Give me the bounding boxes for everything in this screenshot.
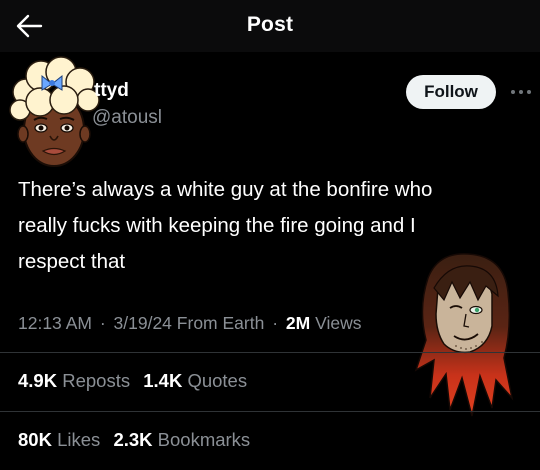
post-text-line: really fucks with keeping the fire going…: [18, 214, 416, 237]
bookmarks-stat[interactable]: 2.3K Bookmarks: [113, 429, 250, 450]
page-title: Post: [246, 13, 294, 36]
engagement-row-reposts-quotes: 4.9K Reposts 1.4K Quotes: [18, 370, 255, 392]
author-display-name[interactable]: ttyd: [94, 80, 129, 102]
likes-label: Likes: [57, 429, 101, 450]
author-handle[interactable]: @atousl: [92, 107, 162, 129]
ellipsis-icon: [511, 90, 531, 94]
post-source: From Earth: [176, 313, 265, 333]
post-date[interactable]: 3/19/24: [114, 313, 172, 333]
quotes-label: Quotes: [187, 370, 248, 391]
character-sticker-image: [408, 248, 518, 420]
top-bar: Post: [0, 0, 540, 52]
bookmarks-label: Bookmarks: [157, 429, 251, 450]
avatar[interactable]: [8, 52, 100, 174]
quotes-stat[interactable]: 1.4K Quotes: [143, 370, 247, 391]
likes-stat[interactable]: 80K Likes: [18, 429, 100, 450]
reposts-label: Reposts: [62, 370, 131, 391]
separator-dot: ·: [99, 313, 106, 333]
divider: [0, 411, 540, 412]
views-count: 2M: [285, 313, 311, 333]
views-label: Views: [315, 313, 362, 333]
likes-count: 80K: [18, 429, 52, 450]
reposts-count: 4.9K: [18, 370, 58, 391]
bookmarks-count: 2.3K: [113, 429, 153, 450]
divider: [0, 352, 540, 353]
follow-button[interactable]: Follow: [406, 75, 496, 109]
post-metadata: 12:13 AM · 3/19/24 From Earth · 2M Views: [18, 313, 361, 334]
post-text-line: There’s always a white guy at the bonfir…: [18, 178, 433, 201]
separator-dot: ·: [272, 313, 279, 333]
post-time[interactable]: 12:13 AM: [18, 313, 92, 333]
quotes-count: 1.4K: [143, 370, 183, 391]
more-options-button[interactable]: [508, 82, 536, 102]
engagement-row-likes-bookmarks: 80K Likes 2.3K Bookmarks: [18, 429, 258, 451]
reposts-stat[interactable]: 4.9K Reposts: [18, 370, 130, 391]
